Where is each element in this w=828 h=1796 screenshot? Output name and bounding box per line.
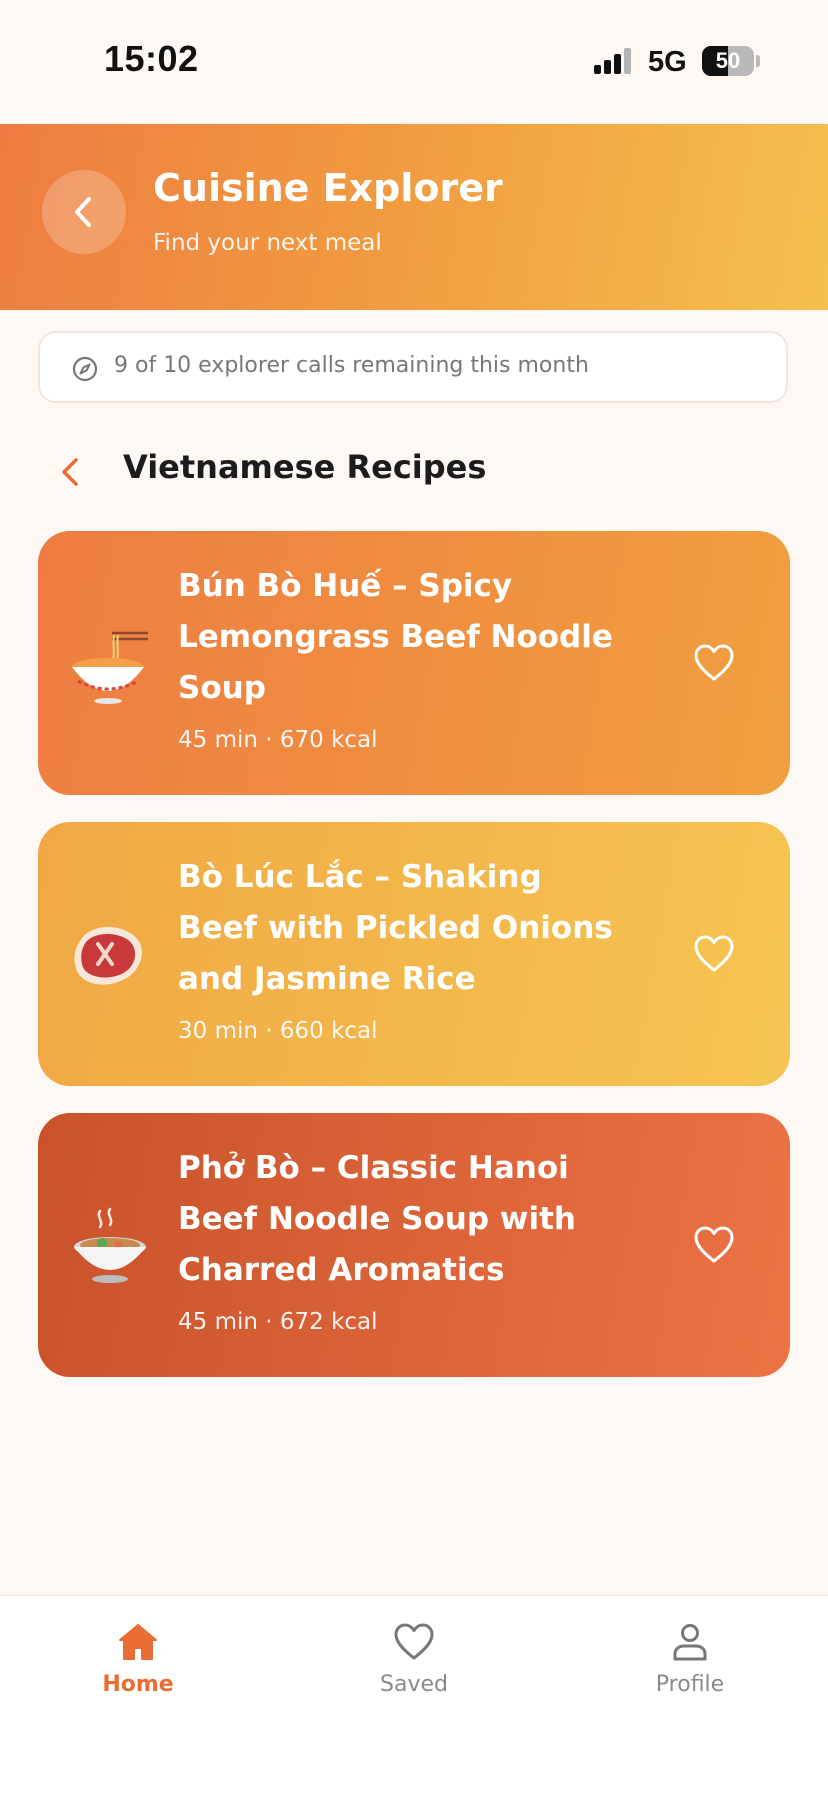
chevron-left-icon <box>75 197 91 227</box>
page-title: Cuisine Explorer <box>153 166 503 210</box>
section-back-button[interactable] <box>54 452 88 492</box>
recipe-title: Phở Bò – Classic Hanoi Beef Noodle Soup … <box>178 1150 576 1288</box>
battery-tip <box>756 55 760 67</box>
battery-level: 50 <box>715 48 741 73</box>
steak-icon <box>74 926 142 985</box>
tab-saved-label: Saved <box>380 1672 448 1697</box>
user-icon <box>673 1624 707 1661</box>
status-bar: 15:02 5G 50 <box>0 0 828 124</box>
recipe-card[interactable]: Bò Lúc Lắc – Shaking Beef with Pickled O… <box>38 822 790 1086</box>
tab-profile-label: Profile <box>655 1672 725 1697</box>
tab-profile[interactable]: Profile <box>610 1622 770 1697</box>
recipe-card[interactable]: Phở Bò – Classic Hanoi Beef Noodle Soup … <box>38 1113 790 1377</box>
quota-text: 9 of 10 explorer calls remaining this mo… <box>114 353 589 378</box>
tab-saved[interactable]: Saved <box>334 1622 494 1697</box>
tab-home[interactable]: Home <box>58 1622 218 1697</box>
compass-icon <box>72 356 98 382</box>
noodle-bowl-icon <box>72 631 148 704</box>
favorite-heart-icon[interactable] <box>693 1225 735 1265</box>
recipe-card[interactable]: Bún Bò Huế – Spicy Lemongrass Beef Noodl… <box>38 531 790 795</box>
recipe-meta: 45 min · 672 kcal <box>178 1309 378 1335</box>
favorite-heart-icon[interactable] <box>693 934 735 974</box>
bottom-tab-bar: Home Saved Profile <box>0 1595 828 1796</box>
explorer-quota-banner: 9 of 10 explorer calls remaining this mo… <box>38 331 788 403</box>
recipe-meta: 30 min · 660 kcal <box>178 1018 378 1044</box>
header-banner: Cuisine Explorer Find your next meal <box>0 124 828 310</box>
heart-icon <box>394 1623 434 1660</box>
signal-icon <box>594 48 634 74</box>
recipe-meta: 45 min · 670 kcal <box>178 727 378 753</box>
soup-bowl-icon <box>74 1207 146 1283</box>
tab-home-label: Home <box>102 1672 174 1697</box>
recipe-title: Bún Bò Huế – Spicy Lemongrass Beef Noodl… <box>178 568 613 706</box>
section-title: Vietnamese Recipes <box>123 448 487 486</box>
network-label: 5G <box>648 46 687 78</box>
back-button[interactable] <box>42 170 126 254</box>
status-time: 15:02 <box>104 38 199 79</box>
page-subtitle: Find your next meal <box>153 230 382 256</box>
recipe-title: Bò Lúc Lắc – Shaking Beef with Pickled O… <box>178 859 613 997</box>
favorite-heart-icon[interactable] <box>693 643 735 683</box>
home-icon <box>119 1624 157 1660</box>
battery-icon: 50 <box>702 46 754 76</box>
